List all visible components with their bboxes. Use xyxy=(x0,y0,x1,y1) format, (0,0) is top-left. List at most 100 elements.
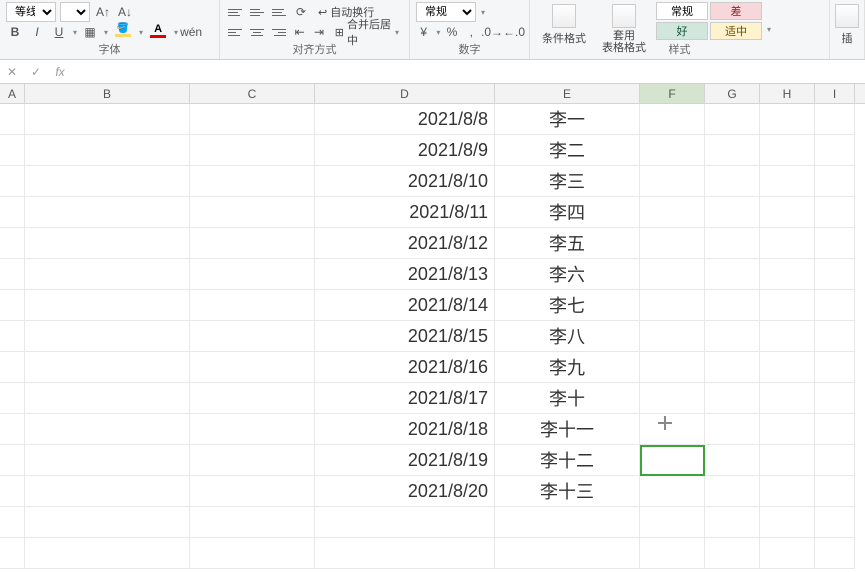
cell[interactable] xyxy=(0,352,25,383)
cell[interactable] xyxy=(25,383,190,414)
chevron-down-icon[interactable]: ▾ xyxy=(174,28,178,37)
cell[interactable] xyxy=(705,507,760,538)
formula-confirm-icon[interactable]: ✓ xyxy=(24,65,48,79)
cell[interactable] xyxy=(25,166,190,197)
cell[interactable] xyxy=(25,228,190,259)
cell[interactable] xyxy=(0,135,25,166)
cell[interactable] xyxy=(815,104,855,135)
cell[interactable] xyxy=(640,321,705,352)
cell[interactable] xyxy=(25,476,190,507)
comma-button[interactable]: , xyxy=(464,23,479,41)
cell[interactable] xyxy=(760,321,815,352)
cell[interactable] xyxy=(815,228,855,259)
cell[interactable] xyxy=(190,259,315,290)
cell[interactable]: 2021/8/12 xyxy=(315,228,495,259)
cell[interactable] xyxy=(640,476,705,507)
italic-button[interactable]: I xyxy=(28,23,46,41)
cell[interactable] xyxy=(705,383,760,414)
cell[interactable]: 2021/8/19 xyxy=(315,445,495,476)
cell[interactable]: 李四 xyxy=(495,197,640,228)
cell[interactable] xyxy=(25,507,190,538)
cell[interactable] xyxy=(0,476,25,507)
cell[interactable]: 李七 xyxy=(495,290,640,321)
align-center-icon[interactable] xyxy=(248,24,266,40)
font-size-select[interactable]: 11 xyxy=(60,2,90,22)
cell[interactable]: 李三 xyxy=(495,166,640,197)
grid-body[interactable]: 2021/8/8李一2021/8/9李二2021/8/10李三2021/8/11… xyxy=(0,104,865,573)
col-header-F[interactable]: F xyxy=(640,84,705,103)
increase-decimal-icon[interactable]: .0→ xyxy=(483,23,501,41)
cell[interactable] xyxy=(705,228,760,259)
cell[interactable] xyxy=(640,290,705,321)
col-header-H[interactable]: H xyxy=(760,84,815,103)
cell[interactable] xyxy=(640,135,705,166)
cell[interactable]: 2021/8/17 xyxy=(315,383,495,414)
cell[interactable] xyxy=(815,135,855,166)
cell[interactable] xyxy=(705,476,760,507)
chevron-down-icon[interactable]: ▾ xyxy=(139,28,143,37)
cell[interactable] xyxy=(760,476,815,507)
cell[interactable] xyxy=(0,445,25,476)
cell[interactable] xyxy=(25,445,190,476)
cell[interactable] xyxy=(0,104,25,135)
cell[interactable]: 2021/8/11 xyxy=(315,197,495,228)
cell[interactable] xyxy=(0,259,25,290)
decrease-font-icon[interactable]: A↓ xyxy=(116,3,134,21)
cell[interactable] xyxy=(705,135,760,166)
cell[interactable] xyxy=(190,228,315,259)
cell[interactable] xyxy=(640,507,705,538)
align-right-icon[interactable] xyxy=(270,24,288,40)
cell[interactable] xyxy=(760,197,815,228)
cell[interactable] xyxy=(760,383,815,414)
align-middle-icon[interactable] xyxy=(248,4,266,20)
cell[interactable] xyxy=(25,290,190,321)
cell[interactable] xyxy=(640,259,705,290)
cell[interactable] xyxy=(0,228,25,259)
cell[interactable]: 李五 xyxy=(495,228,640,259)
cell[interactable] xyxy=(705,352,760,383)
cell[interactable] xyxy=(815,383,855,414)
cell[interactable] xyxy=(25,321,190,352)
cell[interactable] xyxy=(495,507,640,538)
cell[interactable]: 李一 xyxy=(495,104,640,135)
cell[interactable] xyxy=(0,166,25,197)
decrease-indent-icon[interactable]: ⇤ xyxy=(292,23,307,41)
bold-button[interactable]: B xyxy=(6,23,24,41)
cell[interactable]: 2021/8/20 xyxy=(315,476,495,507)
cell[interactable] xyxy=(190,321,315,352)
chevron-down-icon[interactable]: ▾ xyxy=(436,28,440,37)
cell[interactable] xyxy=(760,259,815,290)
cell[interactable] xyxy=(190,104,315,135)
cell[interactable] xyxy=(760,507,815,538)
cell[interactable] xyxy=(190,352,315,383)
cell[interactable] xyxy=(495,538,640,569)
cell[interactable] xyxy=(0,507,25,538)
cell-style-bad[interactable]: 差 xyxy=(710,2,762,20)
cell[interactable] xyxy=(760,135,815,166)
increase-font-icon[interactable]: A↑ xyxy=(94,3,112,21)
cell[interactable] xyxy=(190,414,315,445)
cell[interactable] xyxy=(190,197,315,228)
cell-style-neutral[interactable]: 适中 xyxy=(710,22,762,40)
insert-button[interactable]: 插 xyxy=(836,2,858,48)
cell[interactable] xyxy=(640,538,705,569)
cell[interactable] xyxy=(815,321,855,352)
cell[interactable] xyxy=(760,538,815,569)
cell[interactable] xyxy=(190,135,315,166)
formula-cancel-icon[interactable]: ✕ xyxy=(0,65,24,79)
decrease-decimal-icon[interactable]: ←.0 xyxy=(505,23,523,41)
cell[interactable] xyxy=(0,321,25,352)
cell[interactable] xyxy=(815,445,855,476)
cell[interactable] xyxy=(640,383,705,414)
fill-color-button[interactable]: 🪣 xyxy=(112,23,134,41)
cell[interactable] xyxy=(705,104,760,135)
cell[interactable]: 李九 xyxy=(495,352,640,383)
cell[interactable] xyxy=(190,445,315,476)
cell[interactable] xyxy=(705,197,760,228)
cell[interactable]: 李十一 xyxy=(495,414,640,445)
cell[interactable] xyxy=(705,445,760,476)
cell[interactable] xyxy=(25,104,190,135)
align-top-icon[interactable] xyxy=(226,4,244,20)
cell[interactable] xyxy=(760,104,815,135)
col-header-B[interactable]: B xyxy=(25,84,190,103)
